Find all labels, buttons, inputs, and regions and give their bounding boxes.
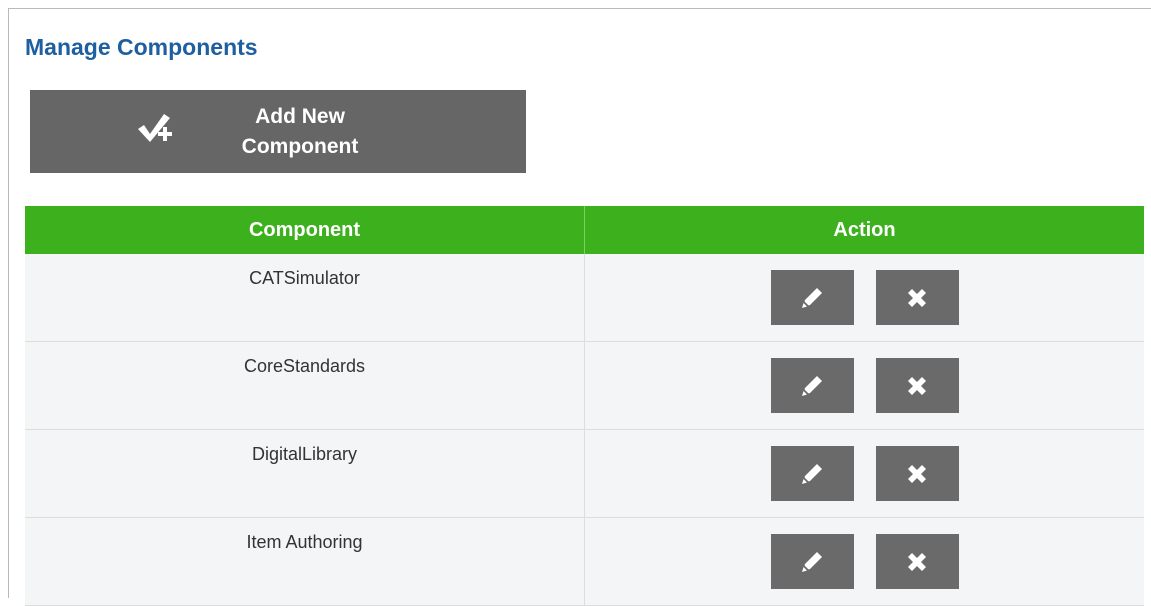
pencil-icon [802,463,822,484]
action-cell [584,429,1144,518]
edit-button[interactable] [770,358,854,413]
edit-button[interactable] [770,534,854,589]
component-name: DigitalLibrary [251,444,358,464]
component-cell: DigitalLibrary [25,429,585,518]
page-title: Manage Components [25,34,258,60]
table-row: CATSimulator [25,254,1144,342]
edit-button[interactable] [770,446,854,501]
close-icon [908,552,926,571]
delete-button[interactable] [875,446,959,501]
table-header-row: Component Action [25,206,1144,254]
action-cell [584,254,1144,342]
close-icon [908,288,926,307]
table-row: Item Authoring [25,517,1144,606]
delete-button[interactable] [875,358,959,413]
component-cell: Item Authoring [25,517,585,606]
close-icon [908,376,926,395]
add-new-component-label: Add New Component [241,105,359,158]
action-cell [584,517,1144,606]
delete-button[interactable] [875,534,959,589]
pencil-icon [802,287,822,308]
edit-button[interactable] [770,270,854,325]
table-row: CoreStandards [25,341,1144,430]
component-cell: CoreStandards [25,341,585,430]
component-name: CATSimulator [249,268,360,288]
components-table: Component Action CATSimulator CoreStanda… [25,206,1144,606]
delete-button[interactable] [875,270,959,325]
content-panel: Manage Components Add New Component Comp… [8,8,1151,606]
pencil-icon [802,551,822,572]
close-icon [908,464,926,483]
add-new-component-button[interactable]: Add New Component [30,90,526,173]
table-row: DigitalLibrary [25,429,1144,518]
component-cell: CATSimulator [25,254,585,342]
component-name: CoreStandards [243,356,366,376]
column-header-component: Component [25,206,585,254]
action-cell [584,341,1144,430]
pencil-icon [802,375,822,396]
column-header-action: Action [584,206,1144,254]
check-plus-icon [134,110,178,146]
component-name: Item Authoring [246,532,363,552]
